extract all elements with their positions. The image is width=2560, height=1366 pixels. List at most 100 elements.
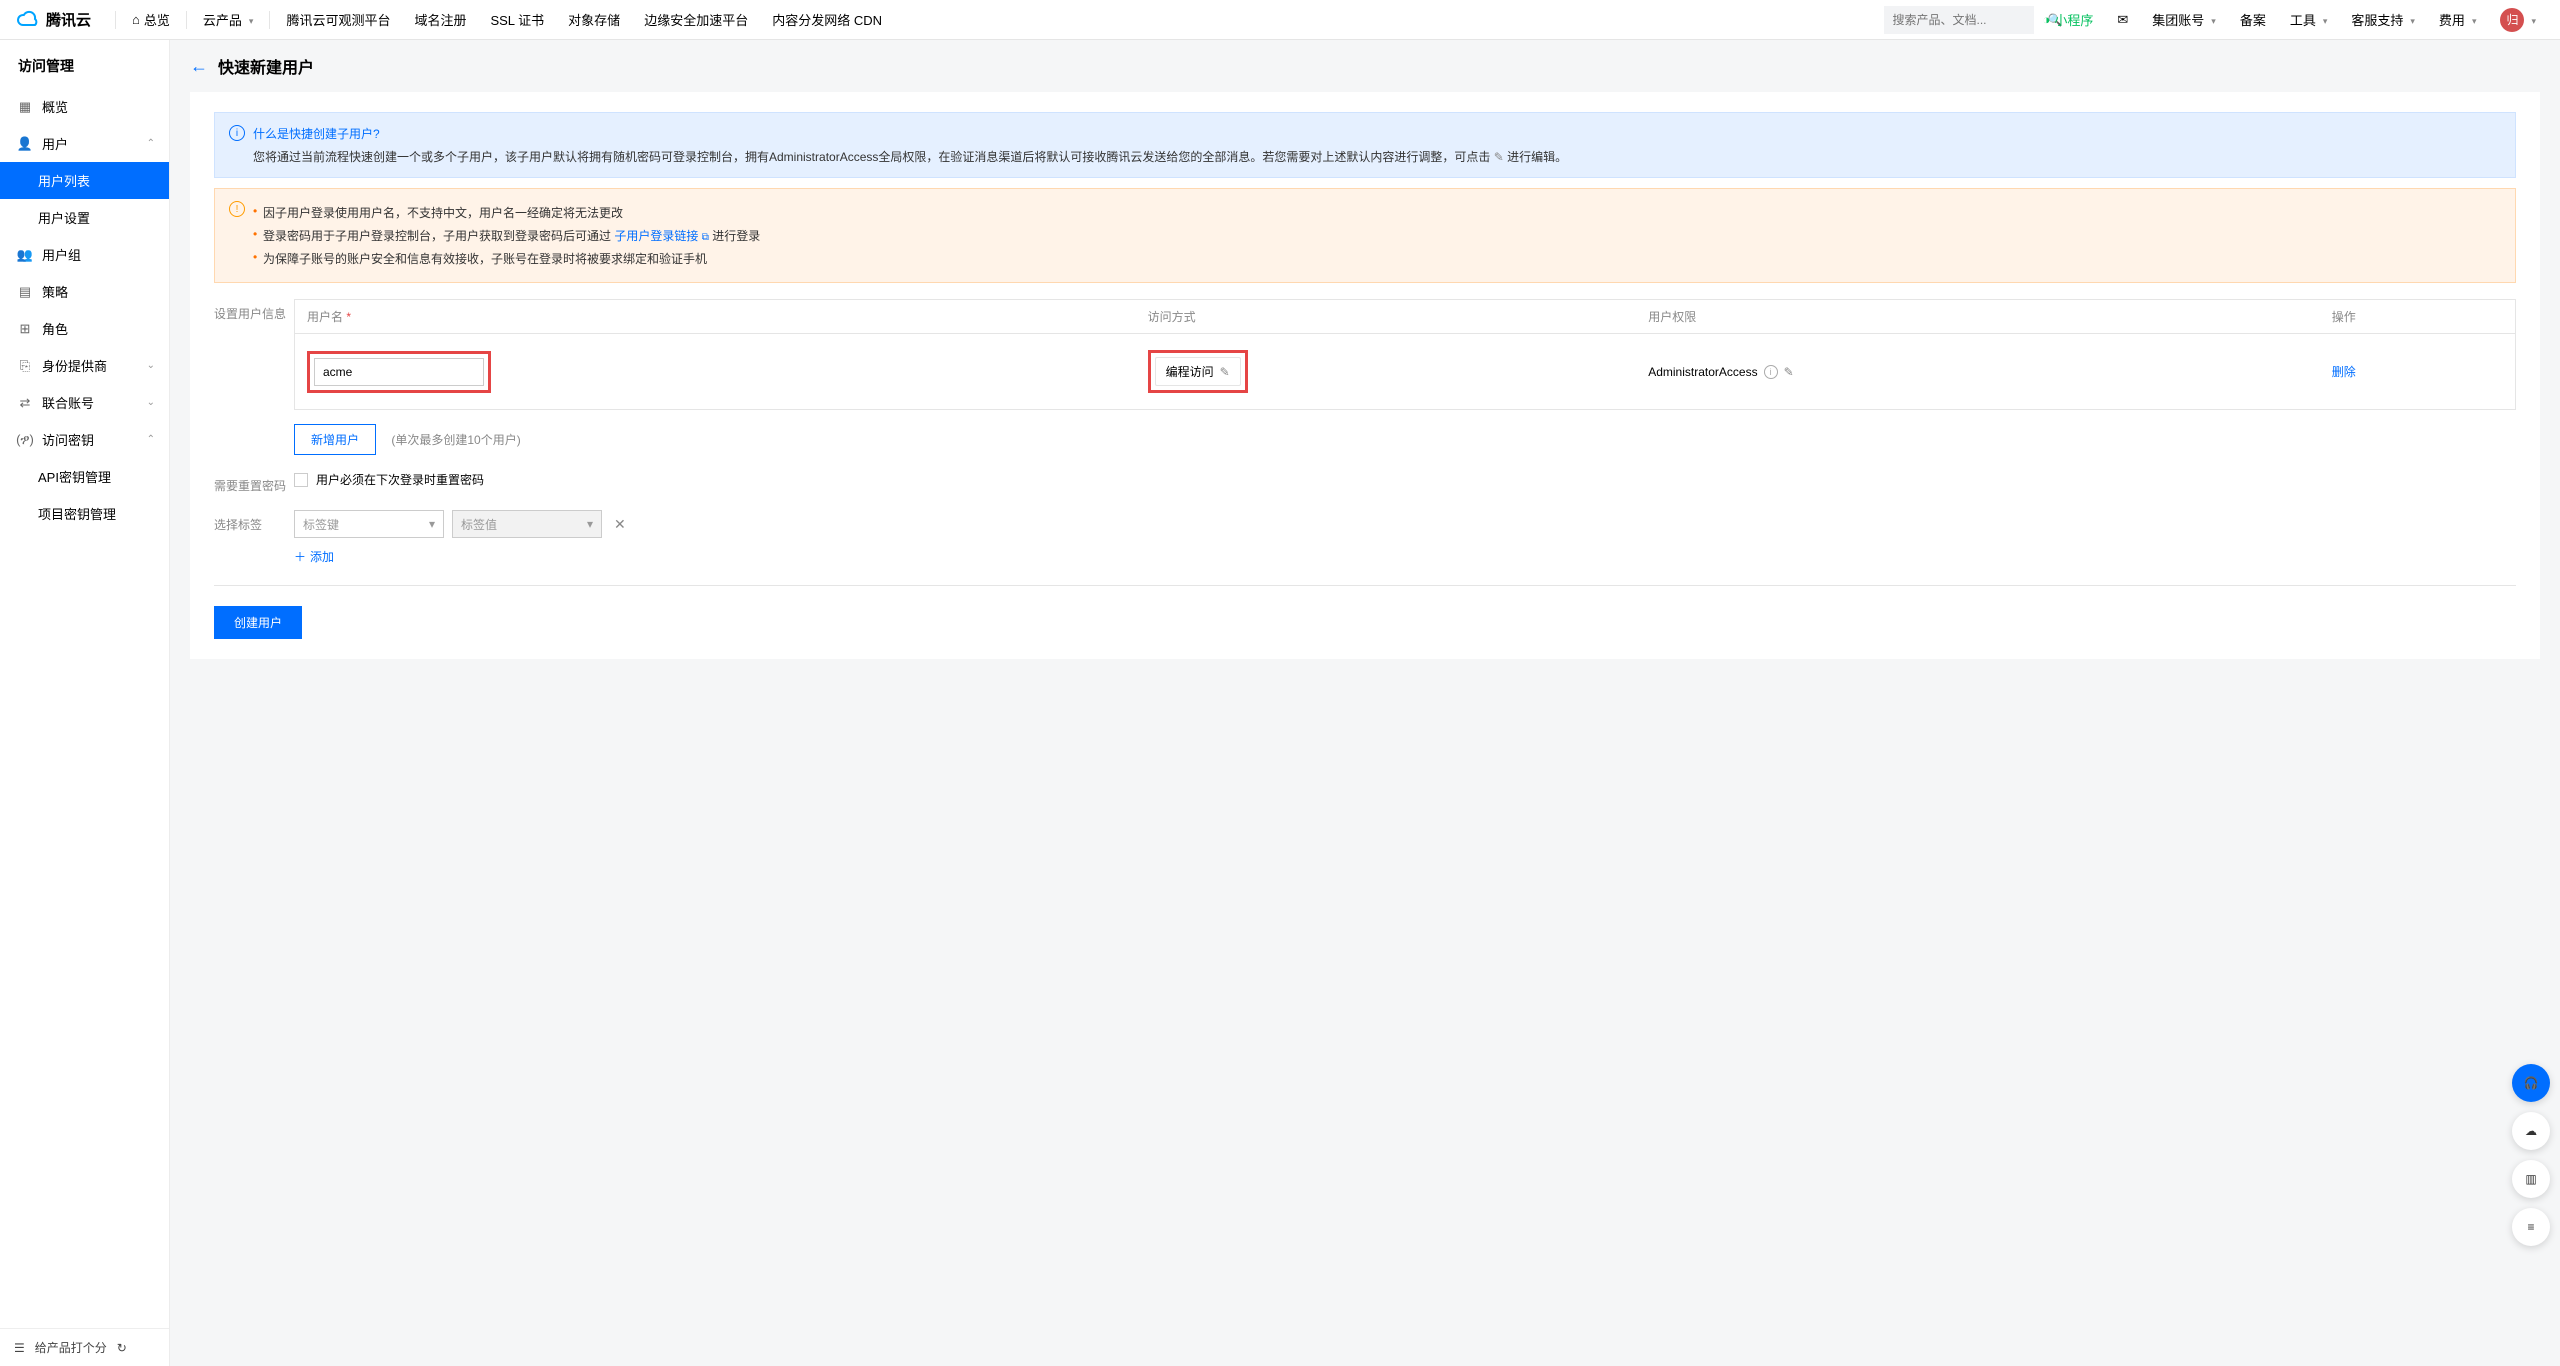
user-icon: 👤 [18,136,32,152]
warn-item-1: 因子用户登录使用用户名，不支持中文，用户名一经确定将无法更改 [253,201,760,224]
top-nav-left: ⌂总览 云产品 腾讯云可观测平台 域名注册 SSL 证书 对象存储 边缘安全加速… [120,0,894,40]
back-arrow-icon[interactable]: ← [190,56,208,77]
access-mode-pill[interactable]: 编程访问 ✎ [1155,357,1241,386]
access-highlight: 编程访问 ✎ [1148,350,1248,393]
info-banner: i 什么是快捷创建子用户? 您将通过当前流程快速创建一个或多个子用户，该子用户默… [214,112,2516,178]
sidebar-item-idp[interactable]: ⎘身份提供商⌄ [0,347,169,384]
plus-icon: ＋ [294,548,306,565]
idp-icon: ⎘ [18,358,32,374]
cloud-sync-icon[interactable]: ☁ [2512,1112,2550,1150]
refresh-icon[interactable]: ↻ [117,1341,127,1355]
permission-cell: AdministratorAccess i ✎ [1648,365,2308,379]
nav-overview[interactable]: ⌂总览 [120,0,182,40]
sidebar-title: 访问管理 [0,40,169,88]
sidebar-item-policy[interactable]: ▤策略 [0,273,169,310]
info-body: 您将通过当前流程快速创建一个或多个子用户，该子用户默认将拥有随机密码可登录控制台… [253,148,1567,165]
warn-item-3: 为保障子账号的账户安全和信息有效接收，子账号在登录时将被要求绑定和验证手机 [253,247,760,270]
sidebar-item-user-settings[interactable]: 用户设置 [0,199,169,236]
warning-banner: ! 因子用户登录使用用户名，不支持中文，用户名一经确定将无法更改 登录密码用于子… [214,188,2516,283]
sidebar-item-overview[interactable]: ▦概览 [0,88,169,125]
key-icon: (ፇ) [18,432,32,448]
fee-menu[interactable]: 费用 [2431,0,2485,40]
sidebar-item-role[interactable]: ⊞角色 [0,310,169,347]
page-header: ← 快速新建用户 [170,40,2560,92]
info-icon[interactable]: i [1764,365,1778,379]
chevron-down-icon [2407,12,2415,27]
chevron-down-icon [2208,12,2216,27]
username-input[interactable] [314,358,484,386]
nav-ssl[interactable]: SSL 证书 [478,0,556,40]
policy-icon: ▤ [18,284,32,300]
edit-icon[interactable]: ✎ [1494,150,1504,164]
headset-icon[interactable]: 🎧 [2512,1064,2550,1102]
search-input[interactable] [1892,13,2047,27]
sidebar-footer[interactable]: ☰ 给产品打个分 ↻ [0,1328,169,1366]
chevron-down-icon [2320,12,2328,27]
sidebar-item-user[interactable]: 👤用户⌃ [0,125,169,162]
chevron-down-icon [246,12,254,27]
nav-edge[interactable]: 边缘安全加速平台 [632,0,760,40]
sidebar-item-proj-key[interactable]: 项目密钥管理 [0,495,169,532]
list-icon[interactable]: ≡ [2512,1208,2550,1246]
add-user-row: 新增用户 (单次最多创建10个用户) [294,410,2516,455]
edit-icon[interactable]: ✎ [1784,365,1794,379]
create-user-button[interactable]: 创建用户 [214,606,302,639]
nav-obs[interactable]: 腾讯云可观测平台 [274,0,402,40]
section-label-tags: 选择标签 [214,510,294,565]
top-nav-right: ◑小程序 ✉ 集团账号 备案 工具 客服支持 费用 归 [2034,0,2544,40]
divider [115,11,116,29]
th-username: 用户名 [295,300,1136,334]
support-menu[interactable]: 客服支持 [2343,0,2423,40]
group-account[interactable]: 集团账号 [2144,0,2224,40]
nav-domain[interactable]: 域名注册 [402,0,478,40]
chevron-down-icon [2528,12,2536,27]
add-user-hint: (单次最多创建10个用户) [391,433,520,447]
book-icon[interactable]: ▥ [2512,1160,2550,1198]
divider [186,11,187,29]
logo[interactable]: 腾讯云 [16,8,91,32]
edit-icon[interactable]: ✎ [1220,365,1230,379]
tag-key-select[interactable]: 标签键▾ [294,510,444,538]
sidebar-item-group[interactable]: 👥用户组 [0,236,169,273]
top-bar: 腾讯云 ⌂总览 云产品 腾讯云可观测平台 域名注册 SSL 证书 对象存储 边缘… [0,0,2560,40]
chevron-down-icon: ▾ [587,517,593,531]
role-icon: ⊞ [18,321,32,337]
section-reset-password: 需要重置密码 用户必须在下次登录时重置密码 [214,471,2516,494]
nav-cos[interactable]: 对象存储 [556,0,632,40]
section-label-userinfo: 设置用户信息 [214,299,294,455]
add-user-button[interactable]: 新增用户 [294,424,376,455]
beian-link[interactable]: 备案 [2232,0,2274,40]
search-box[interactable]: 🔍 [1884,6,2034,34]
form-card: i 什么是快捷创建子用户? 您将通过当前流程快速创建一个或多个子用户，该子用户默… [190,92,2540,659]
sidebar-item-user-list[interactable]: 用户列表 [0,162,169,199]
grid-icon: ▦ [18,99,32,115]
warning-icon: ! [229,201,245,217]
avatar[interactable]: 归 [2492,0,2544,40]
nav-cdn[interactable]: 内容分发网络 CDN [760,0,894,40]
mail-icon[interactable]: ✉ [2109,0,2136,40]
user-table: 用户名 访问方式 用户权限 操作 [294,299,2516,410]
tag-value-select[interactable]: 标签值▾ [452,510,602,538]
add-tag-link[interactable]: ＋添加 [294,548,2516,565]
user-row: 编程访问 ✎ AdministratorAccess i [295,334,2516,410]
sidebar-item-fed[interactable]: ⇄联合账号⌄ [0,384,169,421]
checkbox[interactable] [294,473,308,487]
floating-tools: 🎧 ☁ ▥ ≡ [2512,1064,2550,1246]
sub-user-login-link[interactable]: 子用户登录链接 ⧉ [614,229,709,243]
cloud-logo-icon [16,8,40,32]
remove-tag-icon[interactable]: ✕ [610,516,630,533]
sidebar-item-secret[interactable]: (ፇ)访问密钥⌃ [0,421,169,458]
chevron-down-icon: ⌄ [147,397,155,408]
home-icon: ⌂ [132,12,140,27]
nav-products[interactable]: 云产品 [191,0,266,40]
reset-checkbox-row[interactable]: 用户必须在下次登录时重置密码 [294,471,2516,488]
brand-text: 腾讯云 [46,9,91,30]
fed-icon: ⇄ [18,395,32,411]
sidebar-item-api-key[interactable]: API密钥管理 [0,458,169,495]
tools-menu[interactable]: 工具 [2282,0,2336,40]
collapse-icon[interactable]: ☰ [14,1341,25,1355]
miniprogram-link[interactable]: ◑小程序 [2034,0,2101,40]
delete-link[interactable]: 删除 [2332,365,2356,379]
chevron-up-icon: ⌃ [147,434,155,445]
chevron-down-icon: ▾ [429,517,435,531]
